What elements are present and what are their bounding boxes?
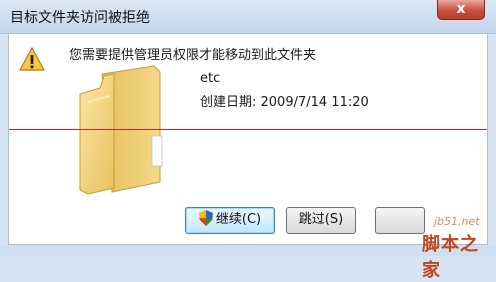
cancel-button[interactable] <box>375 207 425 234</box>
close-button[interactable]: x <box>437 0 485 20</box>
watermark-name: 脚本之家 <box>422 234 479 281</box>
red-divider-line <box>9 129 487 130</box>
skip-button[interactable]: 跳过(S) <box>286 207 356 234</box>
window-title: 目标文件夹访问被拒绝 <box>10 10 150 26</box>
folder-icon <box>79 65 163 195</box>
continue-button-label: 继续(C) <box>215 212 262 227</box>
continue-button[interactable]: 继续(C) <box>185 207 275 234</box>
shield-icon <box>198 210 213 226</box>
site-watermark: jb51.net 脚本之家 <box>422 215 496 281</box>
close-icon: x <box>456 1 466 17</box>
watermark-url: jb51.net <box>434 215 480 228</box>
permission-message: 您需要提供管理员权限才能移动到此文件夹 <box>69 48 317 63</box>
warning-icon <box>19 47 45 71</box>
skip-button-label: 跳过(S) <box>298 212 344 227</box>
title-bar: 目标文件夹访问被拒绝 x <box>0 0 496 34</box>
file-name: etc <box>200 71 221 86</box>
dialog-body: 您需要提供管理员权限才能移动到此文件夹 etc 创建日期: 2009/7/14 … <box>8 33 488 245</box>
file-created-date: 创建日期: 2009/7/14 11:20 <box>200 95 369 110</box>
